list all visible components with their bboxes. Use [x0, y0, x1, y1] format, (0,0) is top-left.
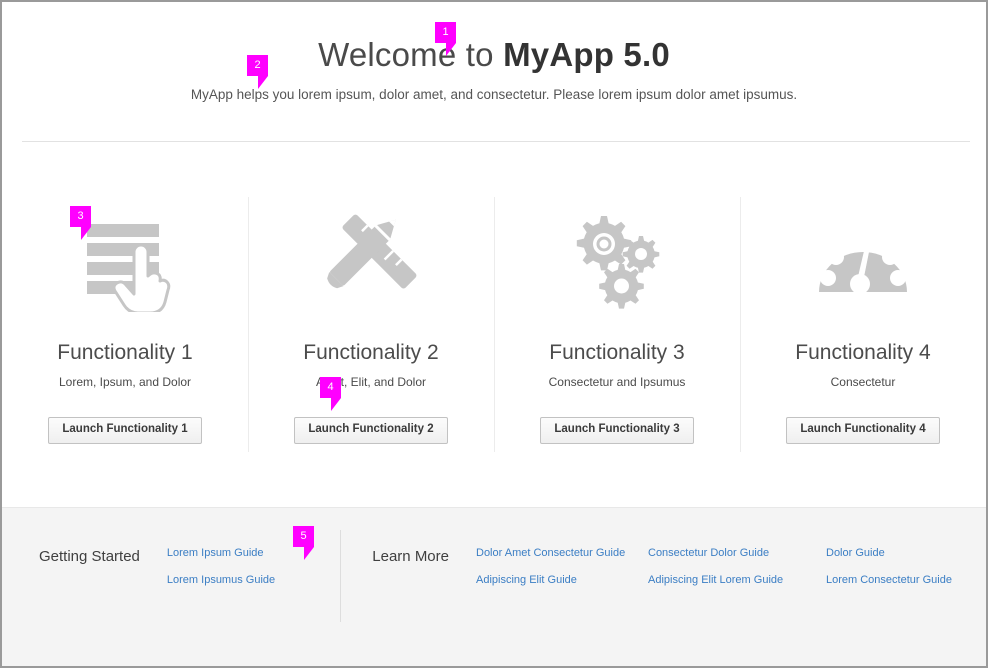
footer-link[interactable]: Lorem Consectetur Guide [826, 575, 986, 586]
panel-button-wrap: Launch Functionality 1 [48, 417, 202, 444]
page-title: Welcome to MyApp 5.0 [2, 36, 986, 74]
functionality-panel-2: Functionality 2 Amet, Elit, and Dolor La… [248, 152, 494, 482]
panel-title: Functionality 3 [549, 341, 685, 364]
callout-marker-3: 3 [70, 206, 91, 240]
panel-button-wrap: Launch Functionality 4 [786, 417, 940, 444]
welcome-page: Welcome to MyApp 5.0 MyApp helps you lor… [0, 0, 988, 668]
launch-functionality-2-button[interactable]: Launch Functionality 2 [294, 417, 448, 444]
callout-marker-2: 2 [247, 55, 268, 89]
footer-link[interactable]: Adipiscing Elit Guide [476, 575, 648, 586]
learn-more-link-groups: Dolor Amet Consectetur Guide Adipiscing … [449, 548, 986, 666]
footer-heading-getting-started: Getting Started [39, 548, 140, 565]
footer-link[interactable]: Dolor Guide [826, 548, 986, 559]
functionality-panel-4: Functionality 4 Consectetur Launch Funct… [740, 152, 986, 482]
learn-more-links-group-3: Dolor Guide Lorem Consectetur Guide [826, 548, 986, 666]
panel-title: Functionality 2 [303, 341, 439, 364]
getting-started-links: Lorem Ipsum Guide Lorem Ipsumus Guide [167, 548, 275, 666]
panel-subtitle: Lorem, Ipsum, and Dolor [58, 375, 192, 389]
footer-link[interactable]: Consectetur Dolor Guide [648, 548, 826, 559]
page-footer: Getting Started Lorem Ipsum Guide Lorem … [2, 507, 986, 666]
learn-more-links-group-1: Dolor Amet Consectetur Guide Adipiscing … [476, 548, 648, 666]
callout-marker-5: 5 [293, 526, 314, 560]
callout-marker-4: 4 [320, 377, 341, 411]
footer-heading-learn-more: Learn More [372, 548, 449, 565]
page-title-light: Welcome to [318, 36, 504, 73]
footer-link[interactable]: Adipiscing Elit Lorem Guide [648, 575, 826, 586]
learn-more-links-group-2: Consectetur Dolor Guide Adipiscing Elit … [648, 548, 826, 666]
panel-button-wrap: Launch Functionality 3 [540, 417, 694, 444]
gears-icon [565, 200, 669, 320]
panel-button-wrap: Launch Functionality 2 [294, 417, 448, 444]
launch-functionality-3-button[interactable]: Launch Functionality 3 [540, 417, 694, 444]
panel-title: Functionality 4 [795, 341, 931, 364]
panel-subtitle: Consectetur and Ipsumus [548, 375, 686, 389]
page-title-strong: MyApp 5.0 [503, 36, 670, 73]
footer-link[interactable]: Dolor Amet Consectetur Guide [476, 548, 648, 559]
functionality-panel-1: Functionality 1 Lorem, Ipsum, and Dolor … [2, 152, 248, 482]
launch-functionality-1-button[interactable]: Launch Functionality 1 [48, 417, 202, 444]
panel-subtitle: Consectetur [830, 375, 896, 389]
page-header: Welcome to MyApp 5.0 MyApp helps you lor… [2, 2, 986, 142]
panel-title: Functionality 1 [57, 341, 193, 364]
gauge-icon [811, 200, 915, 320]
footer-getting-started: Getting Started Lorem Ipsum Guide Lorem … [2, 508, 340, 666]
footer-learn-more: Learn More Dolor Amet Consectetur Guide … [340, 508, 986, 666]
page-subtitle: MyApp helps you lorem ipsum, dolor amet,… [190, 87, 798, 102]
footer-link[interactable]: Lorem Ipsum Guide [167, 548, 275, 559]
header-divider [22, 141, 970, 142]
pencil-and-ruler-icon [319, 200, 423, 320]
functionality-panels: Functionality 1 Lorem, Ipsum, and Dolor … [2, 152, 986, 482]
callout-marker-1: 1 [435, 22, 456, 56]
footer-link[interactable]: Lorem Ipsumus Guide [167, 575, 275, 586]
launch-functionality-4-button[interactable]: Launch Functionality 4 [786, 417, 940, 444]
functionality-panel-3: Functionality 3 Consectetur and Ipsumus … [494, 152, 740, 482]
